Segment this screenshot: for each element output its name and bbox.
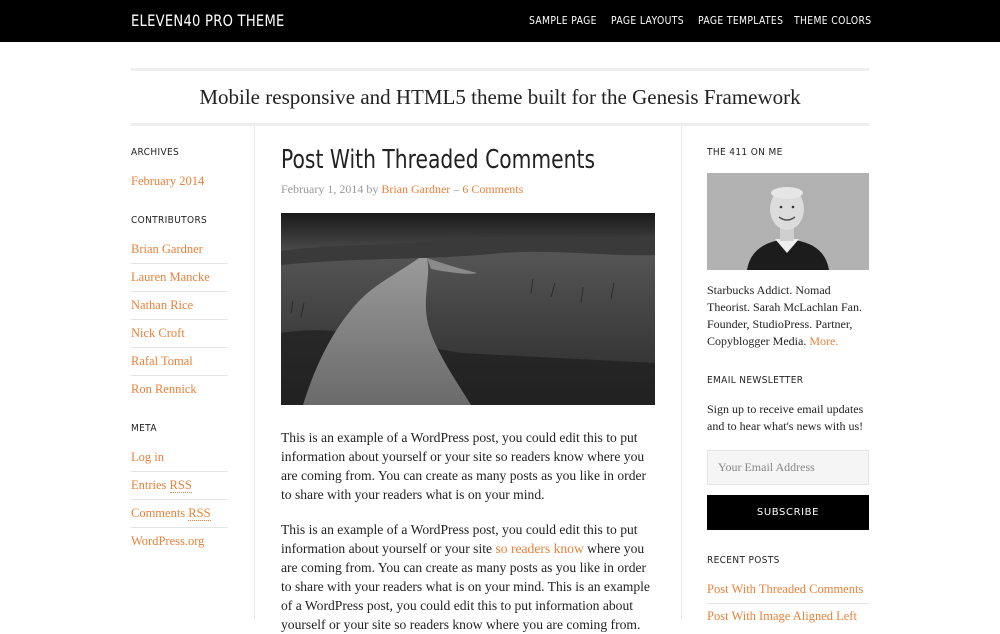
entries-rss-link[interactable]: Entries RSS <box>131 478 228 493</box>
recent-post-link[interactable]: Post With Threaded Comments <box>707 582 863 597</box>
post-author-link[interactable]: Brian Gardner <box>381 182 450 196</box>
bottom-divider <box>131 123 869 126</box>
top-divider <box>131 68 869 71</box>
about-title: THE 411 ON ME <box>707 147 783 158</box>
site-title[interactable]: ELEVEN40 PRO THEME <box>131 11 285 30</box>
author-avatar <box>707 173 869 270</box>
login-link[interactable]: Log in <box>131 450 228 465</box>
post-date: February 1, 2014 <box>281 182 364 196</box>
contributor-link[interactable]: Rafal Tomal <box>131 354 228 369</box>
divider <box>707 603 869 604</box>
meta-title: META <box>131 423 157 434</box>
contributor-link[interactable]: Brian Gardner <box>131 242 228 257</box>
nav-item-sample-page[interactable]: SAMPLE PAGE <box>529 15 597 27</box>
archives-title: ARCHIVES <box>131 147 180 158</box>
contributor-link[interactable]: Nick Croft <box>131 326 228 341</box>
post-meta: February 1, 2014 by Brian Gardner – 6 Co… <box>281 182 523 197</box>
right-column-divider <box>681 126 682 619</box>
meta-separator: – <box>453 182 460 196</box>
comments-label: Comments <box>131 506 186 520</box>
entries-label: Entries <box>131 478 167 492</box>
divider <box>131 347 228 348</box>
post-title[interactable]: Post With Threaded Comments <box>281 145 595 175</box>
nav-item-theme-colors[interactable]: THEME COLORS <box>794 15 872 27</box>
comments-rss-link[interactable]: Comments RSS <box>131 506 228 521</box>
site-description: Mobile responsive and HTML5 theme built … <box>199 85 801 109</box>
recent-post-link[interactable]: Post With Image Aligned Left <box>707 609 857 624</box>
nav-item-page-layouts[interactable]: PAGE LAYOUTS <box>611 15 684 27</box>
wordpress-org-link[interactable]: WordPress.org <box>131 534 228 549</box>
nav-item-page-templates[interactable]: PAGE TEMPLATES <box>698 15 783 27</box>
email-field[interactable] <box>707 450 869 485</box>
divider <box>131 319 228 320</box>
divider <box>131 263 228 264</box>
site-header: ELEVEN40 PRO THEME SAMPLE PAGE PAGE LAYO… <box>0 0 1000 42</box>
contributor-link[interactable]: Nathan Rice <box>131 298 228 313</box>
divider <box>131 291 228 292</box>
divider <box>131 471 228 472</box>
newsletter-title: EMAIL NEWSLETTER <box>707 375 804 386</box>
contributor-link[interactable]: Ron Rennick <box>131 382 228 397</box>
contributors-title: CONTRIBUTORS <box>131 215 208 226</box>
archive-link[interactable]: February 2014 <box>131 174 228 189</box>
bio-text: Starbucks Addict. Nomad Theorist. Sarah … <box>707 283 862 348</box>
rss-abbr: RSS <box>169 478 192 493</box>
post-by: by <box>366 182 379 196</box>
comments-link[interactable]: 6 Comments <box>462 182 523 196</box>
contributor-link[interactable]: Lauren Mancke <box>131 270 228 285</box>
left-column-divider <box>254 126 255 619</box>
inline-link[interactable]: so readers know <box>495 541 583 556</box>
post-paragraph-1: This is an example of a WordPress post, … <box>281 430 647 502</box>
subscribe-button[interactable]: SUBSCRIBE <box>707 495 869 530</box>
post-paragraph-2: This is an example of a WordPress post, … <box>281 520 655 634</box>
divider <box>131 527 228 528</box>
recent-posts-title: RECENT POSTS <box>707 555 780 566</box>
rss-abbr: RSS <box>188 506 211 521</box>
author-bio: Starbucks Addict. Nomad Theorist. Sarah … <box>707 282 869 350</box>
divider <box>131 375 228 376</box>
post-featured-image <box>281 213 655 405</box>
newsletter-text: Sign up to receive email updates and to … <box>707 402 864 433</box>
divider <box>131 499 228 500</box>
more-link[interactable]: More. <box>809 334 838 348</box>
